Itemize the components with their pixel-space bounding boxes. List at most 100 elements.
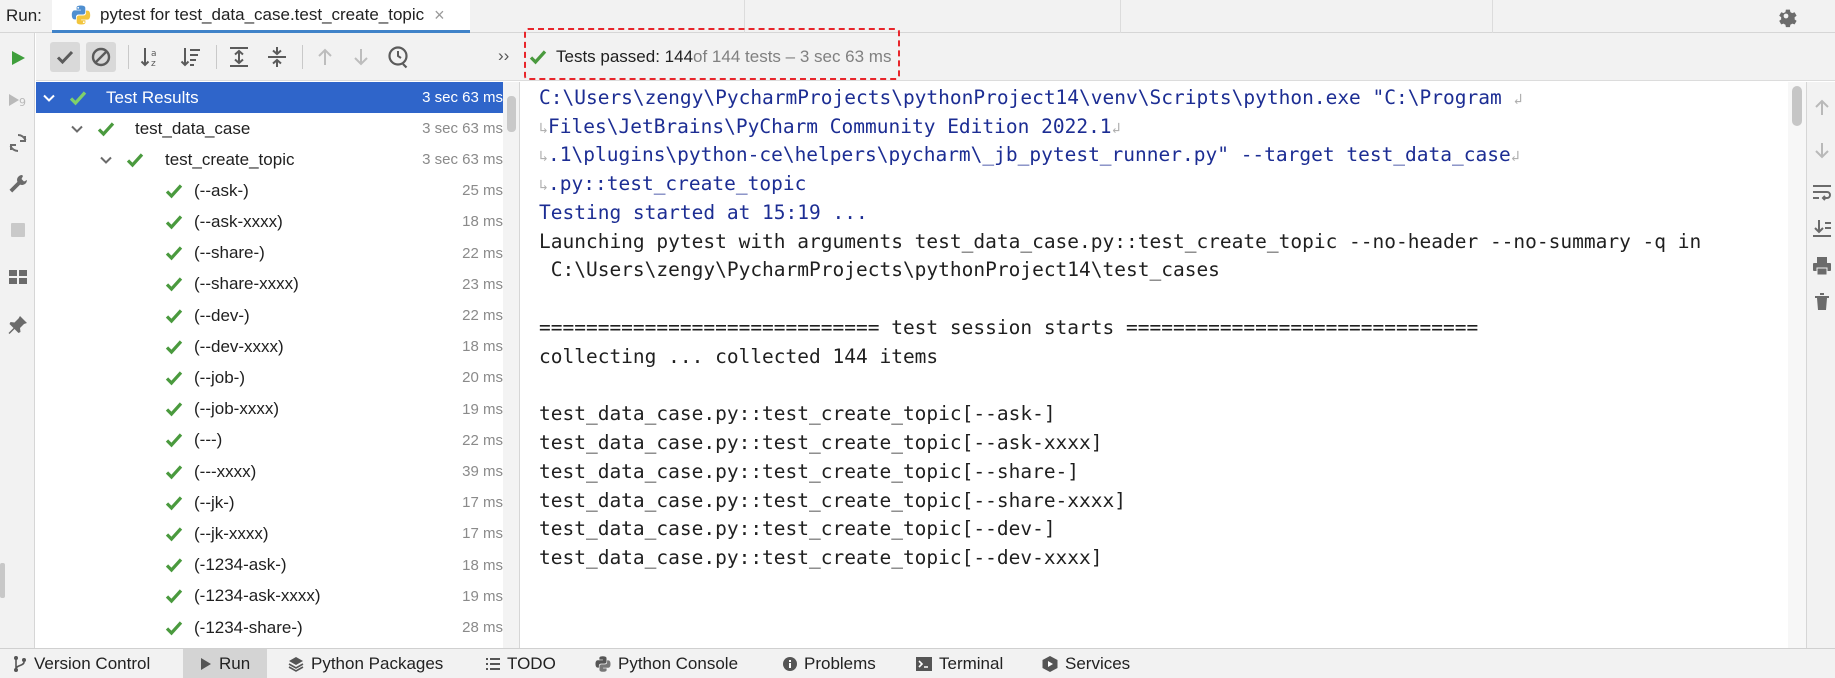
gear-icon[interactable] [1774, 4, 1798, 28]
tree-row-test-case[interactable]: (--dev-xxxx) 18 ms [36, 331, 503, 362]
soft-wrap-icon: ↲ [1111, 119, 1121, 137]
tree-row-test-case[interactable]: (--job-xxxx) 19 ms [36, 394, 503, 425]
tree-row-test-case[interactable]: (--dev-) 22 ms [36, 300, 503, 331]
prev-failed-up-icon[interactable] [310, 42, 340, 72]
tree-row-duration: 17 ms [462, 494, 503, 512]
scroll-down-arrow-icon[interactable] [1810, 138, 1834, 162]
tab-run[interactable]: Run [183, 649, 267, 678]
sort-alpha-icon[interactable]: az [136, 42, 166, 72]
tab-version-control[interactable]: Version Control [12, 649, 150, 678]
scroll-to-end-icon[interactable] [1810, 216, 1834, 240]
soft-wrap-toggle-icon[interactable] [1810, 180, 1834, 204]
tree-row-name: (--jk-) [194, 492, 235, 512]
show-ignored-icon[interactable] [86, 42, 116, 72]
close-icon[interactable]: × [434, 5, 445, 26]
tab-python-console[interactable]: Python Console [594, 649, 738, 678]
rerun-play-icon[interactable] [6, 46, 30, 70]
console-scrollbar[interactable] [1788, 82, 1806, 648]
scroll-up-arrow-icon[interactable] [1810, 96, 1834, 120]
tree-row-test-results[interactable]: Test Results 3 sec 63 ms [36, 82, 503, 113]
console-scrollbar-thumb[interactable] [1792, 86, 1802, 126]
tree-row-test-case[interactable]: (---xxxx) 39 ms [36, 456, 503, 487]
chevron-down-icon[interactable] [42, 91, 56, 105]
toggle-auto-test-icon[interactable] [6, 131, 30, 155]
tree-row-function[interactable]: test_create_topic 3 sec 63 ms [36, 144, 503, 175]
pin-icon[interactable] [6, 313, 30, 337]
run-configuration-tab[interactable]: pytest for test_data_case.test_create_to… [52, 0, 470, 33]
tree-row-duration: 17 ms [462, 525, 503, 543]
next-failed-down-icon[interactable] [346, 42, 376, 72]
pass-check-icon [165, 402, 183, 417]
tree-row-name: (---) [194, 430, 223, 450]
toolbar-separator [128, 45, 129, 69]
tab-terminal[interactable]: Terminal [915, 649, 1003, 678]
console-line: ↳.py::test_create_topic [539, 172, 807, 195]
wrench-icon[interactable] [6, 172, 30, 196]
tree-row-test-case[interactable]: (--ask-xxxx) 18 ms [36, 206, 503, 237]
more-actions-chevron-icon[interactable]: ›› [498, 46, 509, 66]
toolbar-separator [302, 45, 303, 69]
console-output[interactable]: C:\Users\zengy\PycharmProjects\pythonPro… [521, 82, 1806, 648]
tree-scrollbar-thumb[interactable] [507, 96, 516, 132]
trash-icon[interactable] [1810, 290, 1834, 314]
tree-row-module[interactable]: test_data_case 3 sec 63 ms [36, 113, 503, 144]
tree-row-name: Test Results [106, 87, 199, 107]
tree-row-duration: 22 ms [462, 244, 503, 262]
tree-row-test-case[interactable]: (---) 22 ms [36, 425, 503, 456]
sort-duration-icon[interactable] [176, 42, 206, 72]
pass-check-icon [165, 620, 183, 635]
history-clock-icon[interactable] [384, 42, 414, 72]
print-icon[interactable] [1810, 254, 1834, 278]
pass-check-icon [165, 589, 183, 604]
show-passed-check-icon[interactable] [50, 42, 80, 72]
side-panel-handle[interactable] [0, 563, 5, 598]
tree-row-name: (--dev-xxxx) [194, 336, 284, 356]
tab-python-packages[interactable]: Python Packages [287, 649, 443, 678]
info-icon [783, 657, 797, 671]
list-icon [486, 658, 500, 670]
pass-check-icon [165, 340, 183, 355]
tab-services[interactable]: Services [1041, 649, 1130, 678]
terminal-icon [916, 657, 932, 671]
tree-row-test-case[interactable]: (--share-xxxx) 23 ms [36, 269, 503, 300]
tree-row-test-case[interactable]: (--job-) 20 ms [36, 362, 503, 393]
tree-row-test-case[interactable]: (--jk-) 17 ms [36, 487, 503, 518]
tab-bar-divider [1120, 0, 1121, 33]
pass-check-icon [165, 496, 183, 511]
console-line: test_data_case.py::test_create_topic[--d… [539, 546, 1103, 569]
pass-check-icon [97, 121, 115, 136]
tree-row-test-case[interactable]: (--share-) 22 ms [36, 238, 503, 269]
tab-problems[interactable]: Problems [782, 649, 876, 678]
tree-row-test-case[interactable]: (-1234-ask-) 18 ms [36, 550, 503, 581]
console-line: C:\Users\zengy\PycharmProjects\pythonPro… [539, 258, 1220, 281]
tree-row-test-case[interactable]: (--ask-) 25 ms [36, 175, 503, 206]
stop-icon[interactable] [6, 218, 30, 242]
tree-row-name: (-1234-share-) [194, 617, 303, 637]
tree-row-name: (---xxxx) [194, 461, 257, 481]
soft-wrap-continue-icon: ↳ [539, 176, 549, 194]
tree-row-test-case[interactable]: (-1234-ask-xxxx) 19 ms [36, 581, 503, 612]
tree-scrollbar[interactable] [503, 82, 519, 648]
pass-check-icon [165, 371, 183, 386]
tree-row-name: (-1234-ask-) [194, 555, 287, 575]
tree-row-duration: 25 ms [462, 182, 503, 200]
expand-all-icon[interactable] [224, 42, 254, 72]
vcs-branch-icon [14, 656, 26, 672]
pass-check-icon [165, 433, 183, 448]
test-results-tree: Test Results 3 sec 63 ms test_data_case … [36, 82, 520, 648]
tree-row-name: (--ask-) [194, 180, 249, 200]
tree-row-name: (--job-xxxx) [194, 399, 279, 419]
rerun-failed-icon[interactable]: 9 [6, 89, 30, 113]
tab-bar-divider [1492, 0, 1493, 33]
chevron-down-icon[interactable] [99, 153, 113, 167]
layout-icon[interactable] [6, 265, 30, 289]
tree-row-test-case[interactable]: (-1234-share-) 28 ms [36, 612, 503, 643]
collapse-all-icon[interactable] [262, 42, 292, 72]
chevron-down-icon[interactable] [70, 122, 84, 136]
tree-row-test-case[interactable]: (--jk-xxxx) 17 ms [36, 518, 503, 549]
run-label: Run: [6, 6, 42, 25]
console-line: test_data_case.py::test_create_topic[--s… [539, 460, 1080, 483]
toolbar-separator [216, 45, 217, 69]
tree-row-duration: 18 ms [462, 213, 503, 231]
tab-todo[interactable]: TODO [485, 649, 556, 678]
